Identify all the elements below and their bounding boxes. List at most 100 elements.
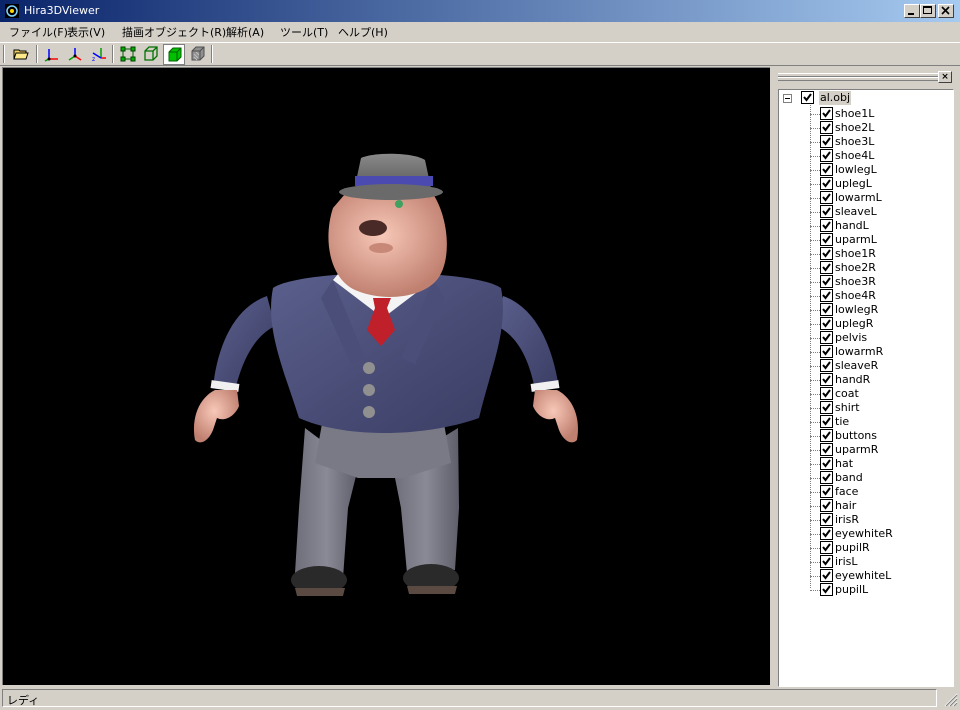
- object-tree[interactable]: al.obj shoe1L shoe2L shoe3L shoe4L lowlegL up…: [778, 89, 954, 687]
- minimize-button[interactable]: [904, 4, 920, 18]
- tree-item-label[interactable]: irisR: [835, 513, 859, 527]
- tree-item[interactable]: shoe3L: [779, 135, 949, 149]
- tree-item-checkbox[interactable]: [820, 457, 833, 470]
- menu-tools[interactable]: ツール(T): [280, 24, 328, 40]
- tree-item-label[interactable]: shoe3R: [835, 275, 876, 289]
- tree-item[interactable]: sleaveL: [779, 205, 949, 219]
- tree-item[interactable]: shoe1R: [779, 247, 949, 261]
- 3d-viewport[interactable]: [2, 67, 770, 685]
- close-button[interactable]: [938, 4, 954, 18]
- tree-item-checkbox[interactable]: [820, 485, 833, 498]
- tree-item-label[interactable]: sleaveR: [835, 359, 878, 373]
- tree-item-label[interactable]: eyewhiteR: [835, 527, 893, 541]
- tree-item-checkbox[interactable]: [820, 121, 833, 134]
- tree-item[interactable]: eyewhiteR: [779, 527, 949, 541]
- tree-item[interactable]: hair: [779, 499, 949, 513]
- menu-draw-object[interactable]: 描画オブジェクト(R): [122, 24, 226, 40]
- tree-item[interactable]: handR: [779, 373, 949, 387]
- tree-item-label[interactable]: tie: [835, 415, 849, 429]
- tree-item-label[interactable]: handL: [835, 219, 869, 233]
- tree-item-checkbox[interactable]: [820, 177, 833, 190]
- tree-item[interactable]: shirt: [779, 401, 949, 415]
- tree-item-checkbox[interactable]: [820, 471, 833, 484]
- open-file-button[interactable]: [10, 44, 32, 65]
- tree-item-label[interactable]: lowlegR: [835, 303, 878, 317]
- tree-item[interactable]: band: [779, 471, 949, 485]
- wireframe-mode-button[interactable]: [140, 44, 162, 65]
- tree-item-label[interactable]: uplegL: [835, 177, 872, 191]
- tree-item-label[interactable]: shoe2L: [835, 121, 874, 135]
- tree-item[interactable]: shoe1L: [779, 107, 949, 121]
- tree-item-label[interactable]: lowarmR: [835, 345, 883, 359]
- tree-item-label[interactable]: pelvis: [835, 331, 867, 345]
- root-label[interactable]: al.obj: [819, 91, 852, 105]
- tree-item-checkbox[interactable]: [820, 569, 833, 582]
- menu-view[interactable]: 表示(V): [67, 24, 105, 40]
- view-xy-button[interactable]: [41, 44, 63, 65]
- tree-item-label[interactable]: lowarmL: [835, 191, 882, 205]
- tree-item-checkbox[interactable]: [820, 429, 833, 442]
- tree-item[interactable]: lowlegR: [779, 303, 949, 317]
- tree-item[interactable]: lowarmL: [779, 191, 949, 205]
- resize-grip-icon[interactable]: [942, 691, 958, 707]
- tree-item[interactable]: tie: [779, 415, 949, 429]
- tree-item-checkbox[interactable]: [820, 401, 833, 414]
- tree-item[interactable]: buttons: [779, 429, 949, 443]
- tree-item[interactable]: lowarmR: [779, 345, 949, 359]
- tree-item-checkbox[interactable]: [820, 205, 833, 218]
- tree-item-label[interactable]: uplegR: [835, 317, 873, 331]
- tree-item-checkbox[interactable]: [820, 499, 833, 512]
- panel-close-button[interactable]: ×: [938, 71, 952, 83]
- tree-item-checkbox[interactable]: [820, 387, 833, 400]
- view-xz-button[interactable]: [64, 44, 86, 65]
- tree-item-checkbox[interactable]: [820, 303, 833, 316]
- tree-item-label[interactable]: band: [835, 471, 863, 485]
- root-checkbox[interactable]: [801, 91, 814, 104]
- tree-item-label[interactable]: shoe1L: [835, 107, 874, 121]
- tree-item-checkbox[interactable]: [820, 513, 833, 526]
- tree-item[interactable]: uplegR: [779, 317, 949, 331]
- tree-item-checkbox[interactable]: [820, 345, 833, 358]
- tree-item-checkbox[interactable]: [820, 219, 833, 232]
- tree-item[interactable]: uparmL: [779, 233, 949, 247]
- tree-item-label[interactable]: pupilR: [835, 541, 870, 555]
- tree-item[interactable]: pupilR: [779, 541, 949, 555]
- tree-item-checkbox[interactable]: [820, 135, 833, 148]
- tree-item[interactable]: face: [779, 485, 949, 499]
- tree-item[interactable]: handL: [779, 219, 949, 233]
- tree-item[interactable]: hat: [779, 457, 949, 471]
- tree-item-checkbox[interactable]: [820, 289, 833, 302]
- menu-file[interactable]: ファイル(F): [9, 24, 68, 40]
- texture-mode-button[interactable]: [187, 44, 209, 65]
- tree-item-checkbox[interactable]: [820, 443, 833, 456]
- tree-item-label[interactable]: shirt: [835, 401, 860, 415]
- tree-item[interactable]: eyewhiteL: [779, 569, 949, 583]
- tree-item-checkbox[interactable]: [820, 149, 833, 162]
- panel-grip[interactable]: [778, 77, 938, 81]
- tree-item[interactable]: shoe2R: [779, 261, 949, 275]
- tree-item-label[interactable]: uparmL: [835, 233, 877, 247]
- tree-item-checkbox[interactable]: [820, 541, 833, 554]
- tree-item-label[interactable]: buttons: [835, 429, 877, 443]
- vertex-mode-button[interactable]: [117, 44, 139, 65]
- tree-item-label[interactable]: eyewhiteL: [835, 569, 891, 583]
- tree-item[interactable]: pelvis: [779, 331, 949, 345]
- tree-item-checkbox[interactable]: [820, 373, 833, 386]
- tree-item-checkbox[interactable]: [820, 233, 833, 246]
- tree-item-label[interactable]: coat: [835, 387, 859, 401]
- tree-item[interactable]: irisL: [779, 555, 949, 569]
- tree-item-checkbox[interactable]: [820, 163, 833, 176]
- tree-item[interactable]: shoe2L: [779, 121, 949, 135]
- menu-help[interactable]: ヘルプ(H): [338, 24, 388, 40]
- tree-item-label[interactable]: face: [835, 485, 858, 499]
- tree-item[interactable]: sleaveR: [779, 359, 949, 373]
- tree-item-checkbox[interactable]: [820, 247, 833, 260]
- tree-item[interactable]: coat: [779, 387, 949, 401]
- tree-item[interactable]: lowlegL: [779, 163, 949, 177]
- solid-mode-button[interactable]: [163, 44, 185, 65]
- collapse-icon[interactable]: [783, 94, 792, 103]
- tree-item-label[interactable]: lowlegL: [835, 163, 877, 177]
- tree-item[interactable]: irisR: [779, 513, 949, 527]
- tree-item-checkbox[interactable]: [820, 331, 833, 344]
- tree-item-label[interactable]: shoe2R: [835, 261, 876, 275]
